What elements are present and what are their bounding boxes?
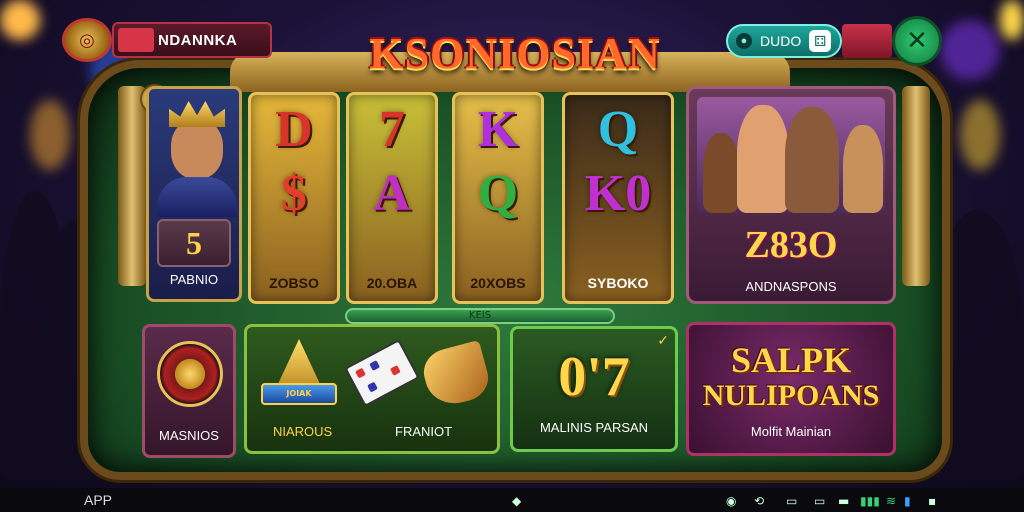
keyboard-icon[interactable]: ▬ (838, 494, 849, 508)
king-panel[interactable]: 5 PABNIO (146, 86, 242, 302)
character-figure (843, 125, 883, 213)
bonus-label: MALINIS PARSAN (539, 420, 649, 435)
reel-label: SYBOKO (587, 275, 649, 291)
characters-panel[interactable]: Z83O ANDNASPONS (686, 86, 896, 304)
record-icon: ● (736, 33, 752, 49)
video-button[interactable]: ● DUDO ⚃ (726, 24, 842, 58)
reel-3[interactable]: K Q 20XOBS (452, 92, 544, 304)
jackpot-label: Molfit Mainian (750, 424, 832, 439)
character-figure (703, 133, 739, 213)
reel-label: ZOBSO (269, 275, 319, 291)
reel-symbol-top: Q (597, 101, 639, 158)
character-figure (737, 105, 789, 213)
king-robe (157, 177, 237, 217)
reel-symbol-top: K (477, 101, 519, 158)
characters-value: Z83O (744, 224, 838, 266)
close-icon: ✕ (906, 26, 928, 56)
jackpot-line-2: NULIPOANS (702, 379, 880, 412)
app-label[interactable]: APP (84, 492, 112, 508)
king-portrait (171, 119, 223, 179)
jackpot-panel[interactable]: SALPK NULIPOANS Molfit Mainian (686, 322, 896, 456)
reel-symbol-top: D (275, 101, 313, 158)
sync-icon[interactable]: ⟲ (754, 494, 764, 508)
player-flag-icon (118, 28, 154, 52)
items-left-label: NIAROUS (273, 424, 333, 439)
coin-icon[interactable]: ◎ (62, 18, 112, 62)
battery-icon: ▮ (904, 494, 911, 508)
bonus-value: 0'7 (558, 346, 630, 408)
horn-sign: JOIAK (261, 383, 337, 405)
window-icon[interactable]: ▭ (786, 494, 797, 508)
items-panel[interactable]: JOIAK NIAROUS FRANIOT (244, 324, 500, 454)
reel-1[interactable]: D $ ZOBSO (248, 92, 340, 304)
video-button-label: DUDO (760, 33, 802, 49)
items-right-label: FRANIOT (395, 424, 453, 439)
roulette-label: MASNIOS (159, 428, 219, 443)
player-name-panel[interactable]: NDANNKA (112, 22, 272, 58)
left-pillar (118, 86, 146, 286)
reel-label: 20XOBS (470, 275, 526, 291)
reel-symbol-bottom: K0 (584, 165, 652, 222)
right-pillar (902, 86, 930, 286)
reel-label: 20.OBA (366, 275, 418, 291)
characters-label: ANDNASPONS (745, 279, 837, 294)
signal-icon: ▮▮▮ (860, 494, 880, 508)
stage-light (960, 100, 1000, 170)
stage-light (30, 100, 70, 170)
player-name: NDANNKA (158, 31, 238, 49)
notification-icon[interactable]: ▪ (928, 494, 936, 508)
wifi-icon: ≋ (886, 494, 897, 508)
reel-2[interactable]: 7 A 20.OBA (346, 92, 438, 304)
location-icon[interactable]: ◉ (726, 494, 736, 508)
reel-symbol-bottom: $ (281, 165, 307, 222)
reel-symbol-bottom: A (373, 165, 411, 222)
dice-icon: ⚃ (809, 30, 832, 52)
menu-tab[interactable] (842, 24, 892, 58)
table-plaque: KEIS (345, 308, 615, 324)
game-title: KSONIOSIAN (369, 29, 661, 78)
roulette-panel[interactable]: MASNIOS (142, 324, 236, 458)
reel-symbol-bottom: Q (477, 165, 519, 222)
crown-icon (169, 101, 225, 127)
display-icon[interactable]: ▭ (814, 494, 825, 508)
cornucopia-icon (418, 339, 494, 411)
top-bar: ◎ NDANNKA KSONIOSIAN ● DUDO ⚃ ✕ (0, 10, 1024, 78)
taskbar: APP ◆ ◉ ⟲ ▭ ▭ ▬ ▮▮▮ ≋ ▮ ▪ (0, 488, 1024, 512)
reel-4[interactable]: Q K0 SYBOKO (562, 92, 674, 304)
roulette-wheel-icon (157, 341, 223, 407)
domino-icon (344, 339, 420, 407)
home-icon[interactable]: ◆ (512, 494, 521, 508)
reel-symbol-top: 7 (379, 101, 405, 158)
king-count: 5 (157, 219, 231, 267)
jackpot-line-1: SALPK (730, 340, 852, 380)
close-button[interactable]: ✕ (892, 16, 942, 66)
character-figure (785, 107, 839, 213)
bonus-panel[interactable]: ✓ 0'7 MALINIS PARSAN (510, 326, 678, 452)
king-label: PABNIO (169, 272, 219, 287)
characters-portrait (697, 97, 885, 213)
